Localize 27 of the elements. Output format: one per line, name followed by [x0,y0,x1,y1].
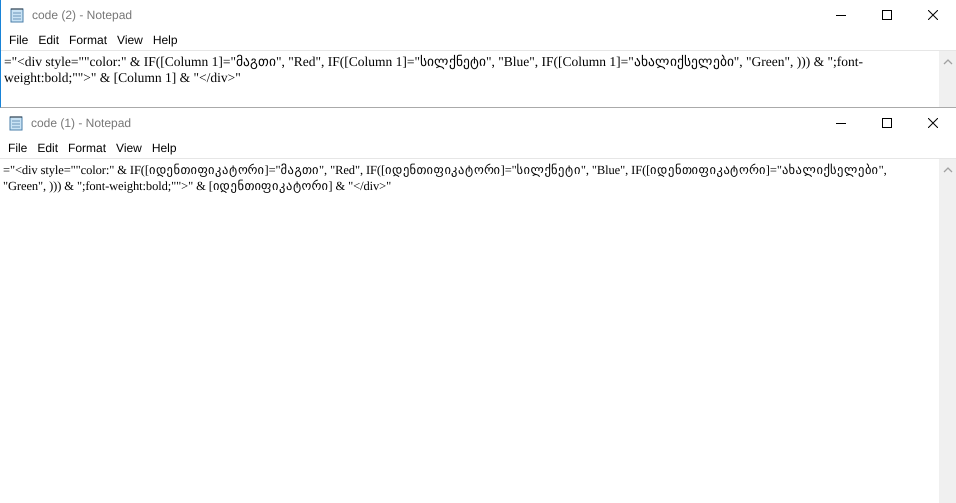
menu-item[interactable]: View [111,141,147,155]
close-icon [928,118,938,128]
scrollbar[interactable] [939,159,956,503]
scrollbar[interactable] [939,51,956,107]
text-area[interactable]: ="<div style=""color:" & IF([Column 1]="მაგთი", "Red", IF([Column 1]="სილქნეტი", "Blue", IF([Column 1]="ახალიქსელები", "Green", ))) & ";font- weight:bold;"">" & [Column 1] & "</div>" [1,51,939,107]
menu-item[interactable]: Help [148,33,183,47]
menu-item[interactable]: File [3,141,32,155]
menu-item[interactable]: View [112,33,148,47]
window-title: code (1) - Notepad [31,116,132,130]
text-line: ="<div style=""color:" & IF([Column 1]="მაგთი", "Red", IF([Column 1]="სილქნეტი", "Blue", IF([Column 1]="ახალიქსელები", "Green", ))) & ";font- [4,54,864,70]
menu-item[interactable]: Format [64,33,112,47]
text-line: ="<div style=""color:" & IF([იდენთიფიკატორი]="მაგთი", "Red", IF([იდენთიფიკატორი]="სილქნეტი", "Blue", IF([იდენთიფიკატორი]="ახალიქსელები", [3,162,888,178]
maximize-icon [882,118,892,128]
menu-item[interactable]: Format [63,141,112,155]
notepad-icon [9,7,25,23]
menu-item[interactable]: Edit [33,33,64,47]
scroll-up-icon[interactable] [942,59,952,65]
scroll-up-icon[interactable] [942,167,952,173]
text-line: weight:bold;"">" & [Column 1] & "</div>" [4,70,242,86]
menu-item[interactable]: File [4,33,34,47]
menu-item[interactable]: Edit [32,141,64,155]
notepad-icon [8,115,24,131]
window-title: code (2) - Notepad [32,8,132,22]
close-icon [928,10,938,20]
text-line: "Green", ))) & ";font-weight:bold;"">" & [იდენთიფიკატორი] & "</div>" [3,178,392,194]
maximize-icon [882,10,892,20]
menu-item[interactable]: Help [146,141,182,155]
